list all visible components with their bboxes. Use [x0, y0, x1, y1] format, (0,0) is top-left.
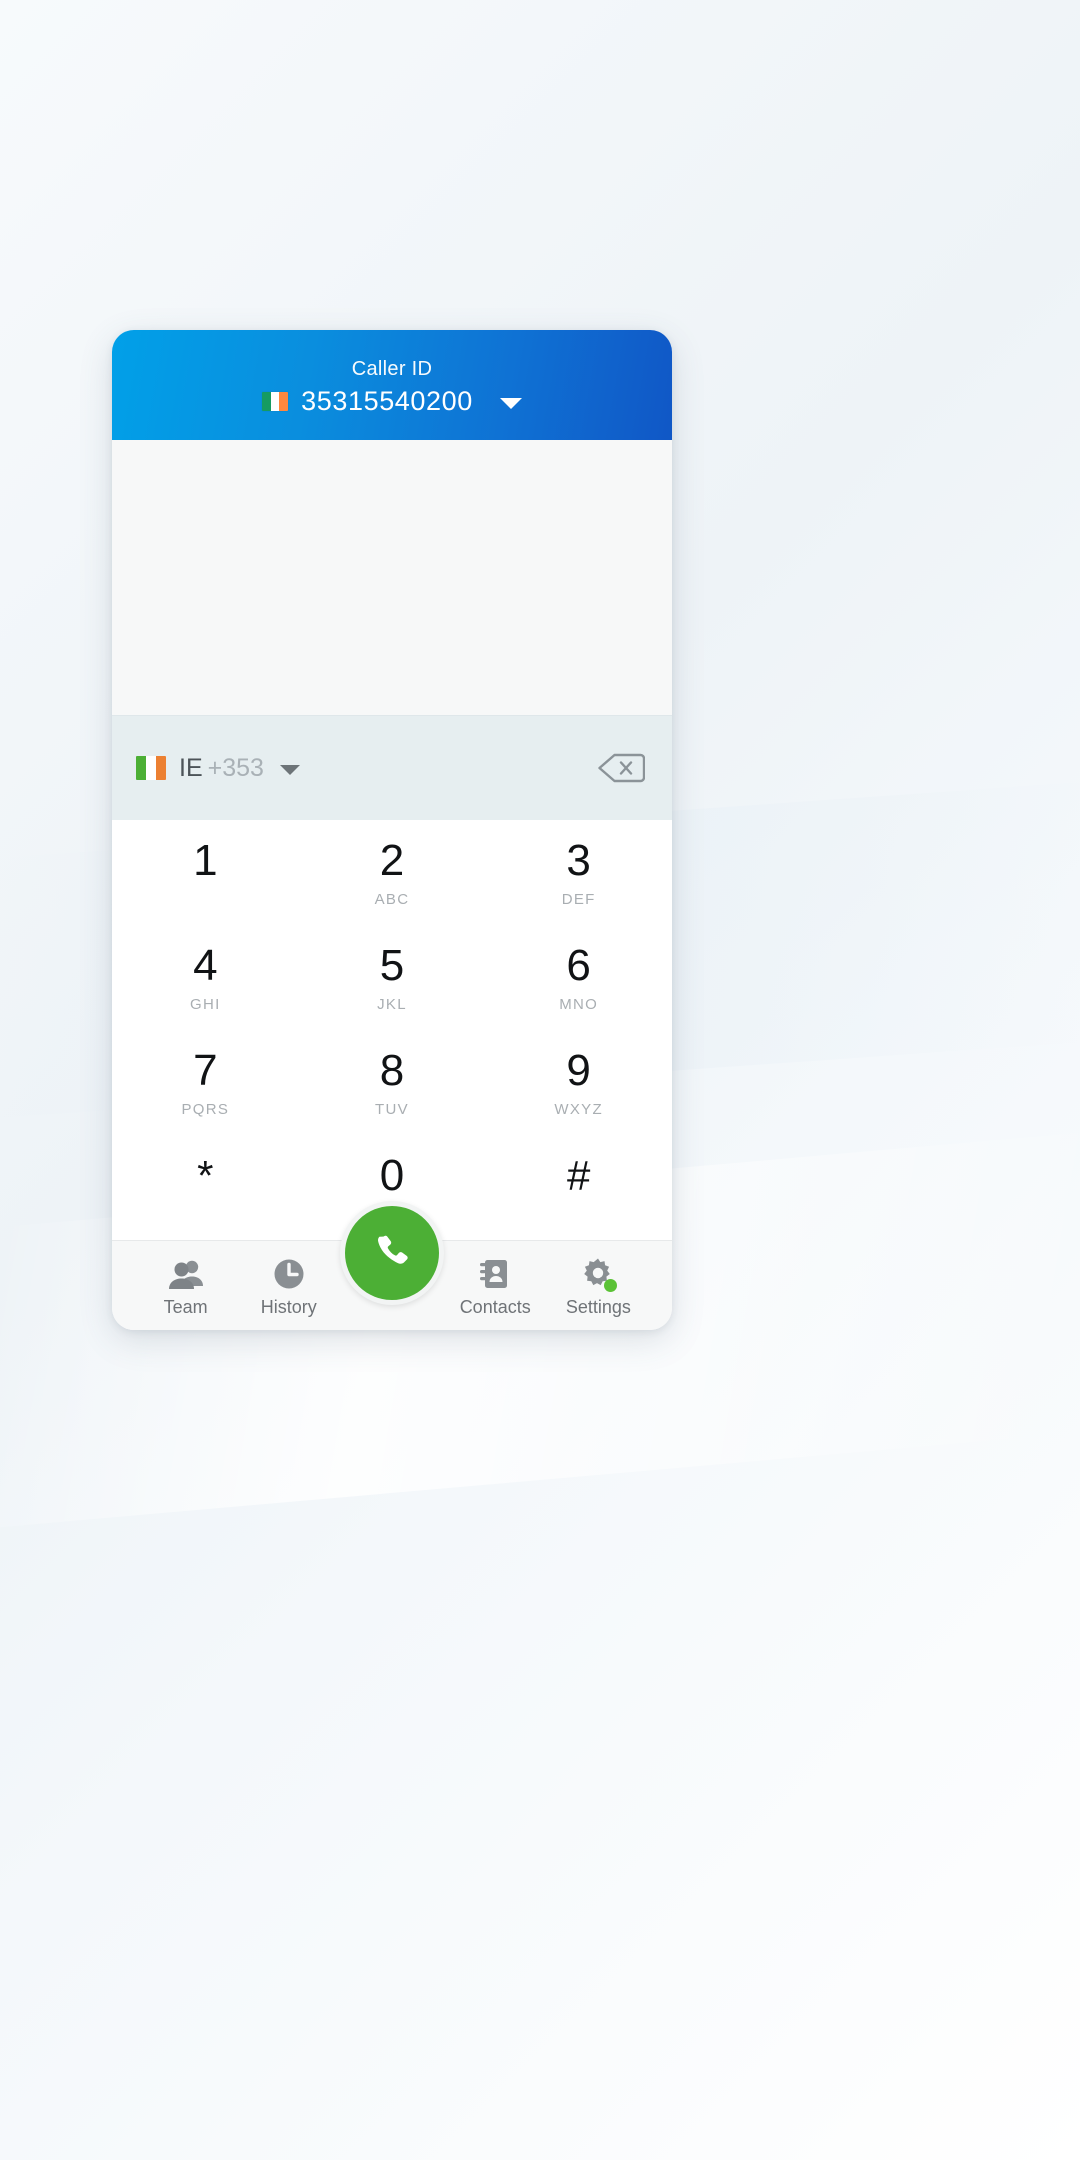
- key-digit: 4: [193, 940, 218, 990]
- dialpad-key-4[interactable]: 4 GHI: [112, 925, 299, 1030]
- backspace-icon[interactable]: [597, 750, 646, 786]
- country-selector[interactable]: IE +353: [136, 753, 300, 782]
- caller-id-selector[interactable]: 35315540200: [262, 388, 522, 415]
- key-digit: 6: [566, 940, 591, 990]
- dialpad-key-1[interactable]: 1: [112, 820, 299, 925]
- nav-item-team[interactable]: Team: [134, 1255, 237, 1316]
- dialpad-key-hash[interactable]: #: [485, 1135, 672, 1240]
- dialpad-key-2[interactable]: 2 ABC: [299, 820, 486, 925]
- nav-label: Team: [163, 1297, 208, 1317]
- dialpad-key-6[interactable]: 6 MNO: [485, 925, 672, 1030]
- chevron-down-icon[interactable]: [499, 397, 522, 409]
- dial-code-label: +353: [207, 753, 264, 782]
- key-letters: PQRS: [181, 1100, 230, 1118]
- dialpad-key-3[interactable]: 3 DEF: [485, 820, 672, 925]
- key-letters: ABC: [374, 890, 410, 908]
- nav-item-settings[interactable]: Settings: [547, 1255, 650, 1316]
- bottom-navigation: Team History Contacts Settings: [112, 1201, 672, 1330]
- key-letters: MNO: [559, 995, 599, 1013]
- key-digit: 2: [379, 835, 405, 885]
- gear-icon: [581, 1255, 618, 1293]
- dialpad-key-7[interactable]: 7 PQRS: [112, 1030, 299, 1135]
- country-code-label: IE: [179, 753, 203, 782]
- key-digit: 8: [379, 1045, 405, 1095]
- dialpad-key-8[interactable]: 8 TUV: [299, 1030, 486, 1135]
- key-letters: WXYZ: [554, 1100, 603, 1118]
- dialpad-key-star[interactable]: *: [112, 1135, 299, 1240]
- clock-icon: [272, 1255, 306, 1293]
- country-code-row: IE +353: [112, 715, 672, 820]
- key-digit: 0: [379, 1150, 405, 1200]
- key-digit: *: [197, 1151, 214, 1199]
- nav-label: History: [260, 1297, 317, 1317]
- people-icon: [167, 1255, 205, 1293]
- flag-ireland-icon: [262, 392, 289, 411]
- flag-ireland-icon: [136, 756, 166, 780]
- nav-item-contacts[interactable]: Contacts: [444, 1255, 547, 1316]
- number-display[interactable]: [112, 440, 672, 715]
- key-letters: TUV: [375, 1100, 409, 1118]
- dialpad: 1 2 ABC 3 DEF 4 GHI 5 JKL 6 MNO 7 PQRS 8: [112, 820, 672, 1240]
- address-book-icon: [478, 1255, 512, 1293]
- key-digit: 7: [193, 1045, 218, 1095]
- caller-id-label: Caller ID: [351, 358, 433, 380]
- key-digit: 9: [566, 1045, 591, 1095]
- key-letters: DEF: [561, 890, 596, 908]
- key-letters: GHI: [190, 995, 221, 1013]
- dialpad-key-9[interactable]: 9 WXYZ: [485, 1030, 672, 1135]
- key-letters: JKL: [377, 995, 407, 1013]
- chevron-down-icon[interactable]: [279, 764, 300, 775]
- settings-badge-dot: [604, 1279, 618, 1292]
- key-digit: #: [566, 1151, 591, 1199]
- key-digit: 3: [566, 835, 591, 885]
- nav-label: Settings: [565, 1297, 631, 1317]
- dialer-card: Caller ID 35315540200 IE +353 1 2 ABC 3 …: [112, 330, 672, 1330]
- nav-item-history[interactable]: History: [237, 1255, 340, 1316]
- key-digit: 5: [379, 940, 405, 990]
- phone-icon: [369, 1228, 415, 1279]
- key-digit: 1: [193, 835, 218, 885]
- dialpad-key-5[interactable]: 5 JKL: [299, 925, 486, 1030]
- caller-id-number: 35315540200: [301, 386, 473, 416]
- nav-label: Contacts: [459, 1297, 531, 1317]
- caller-id-header[interactable]: Caller ID 35315540200: [112, 330, 672, 440]
- call-button[interactable]: [340, 1201, 444, 1305]
